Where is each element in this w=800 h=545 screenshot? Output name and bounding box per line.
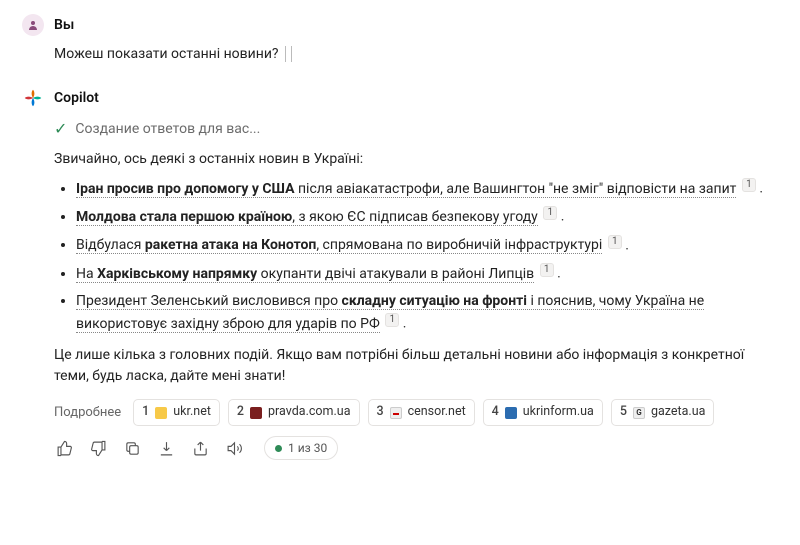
- source-name: gazeta.ua: [651, 403, 705, 422]
- news-bold: ракетна атака на Конотоп: [145, 237, 316, 253]
- user-header: Вы: [22, 14, 778, 36]
- censor-favicon-icon: [390, 407, 402, 419]
- news-link[interactable]: Іран просив про допомогу у США після аві…: [76, 181, 736, 198]
- copilot-answer: Звичайно, ось деякі з останніх новин в У…: [54, 149, 778, 387]
- read-aloud-button[interactable]: [224, 438, 244, 458]
- answer-outro: Це лише кілька з головних подій. Якщо ва…: [54, 345, 778, 387]
- source-name: ukrinform.ua: [523, 403, 594, 422]
- action-row: 1 из 30: [54, 436, 778, 460]
- user-message-text[interactable]: Можеш показати останні новини?: [54, 44, 778, 65]
- ukrinform-favicon-icon: [505, 407, 517, 419]
- news-item: Відбулася ракетна атака на Конотоп, спря…: [76, 235, 778, 257]
- citation-badge[interactable]: 1: [385, 313, 399, 327]
- source-number: 4: [492, 403, 499, 422]
- sources-label: Подробнее: [54, 403, 121, 423]
- user-message-content: Можеш показати останні новини?: [54, 46, 279, 62]
- news-item: Іран просив про допомогу у США після аві…: [76, 178, 778, 200]
- source-number: 1: [142, 403, 149, 422]
- news-link[interactable]: Відбулася ракетна атака на Конотоп, спря…: [76, 237, 602, 254]
- news-bold: Іран просив про допомогу у США: [76, 181, 295, 197]
- news-bold: Молдова стала першою країною: [76, 209, 292, 225]
- news-list: Іран просив про допомогу у США після аві…: [54, 178, 778, 335]
- source-chip[interactable]: 5Ggazeta.ua: [611, 399, 715, 426]
- news-item: Молдова стала першою країною, з якою ЄС …: [76, 206, 778, 228]
- user-sender-label: Вы: [54, 15, 74, 36]
- news-item: На Харківському напрямку окупанти двічі …: [76, 263, 778, 285]
- copilot-header: Copilot: [22, 87, 778, 109]
- counter-text: 1 из 30: [288, 439, 327, 457]
- gazeta-favicon-icon: G: [633, 407, 645, 419]
- text-cursor-icon: [285, 46, 292, 62]
- source-number: 5: [620, 403, 627, 422]
- news-bold: складну ситуацію на фронті: [342, 293, 527, 309]
- citation-badge[interactable]: 1: [742, 178, 756, 192]
- citation-badge[interactable]: 1: [540, 263, 554, 277]
- source-name: ukr.net: [173, 403, 211, 422]
- share-button[interactable]: [190, 438, 210, 458]
- news-item: Президент Зеленський висловився про скла…: [76, 291, 778, 335]
- user-message: Вы Можеш показати останні новини?: [22, 14, 778, 65]
- answer-intro: Звичайно, ось деякі з останніх новин в У…: [54, 149, 778, 170]
- news-bold: Харківському напрямку: [97, 266, 257, 282]
- source-chip[interactable]: 1 ukr.net: [133, 399, 220, 426]
- download-button[interactable]: [156, 438, 176, 458]
- response-counter[interactable]: 1 из 30: [264, 436, 338, 460]
- source-chip[interactable]: 2 pravda.com.ua: [228, 399, 360, 426]
- copilot-logo-icon: [22, 87, 44, 109]
- news-link[interactable]: Молдова стала першою країною, з якою ЄС …: [76, 209, 538, 226]
- copilot-message: Copilot ✓ Создание ответов для вас... Зв…: [22, 87, 778, 460]
- dislike-button[interactable]: [88, 438, 108, 458]
- generation-status: ✓ Создание ответов для вас...: [54, 117, 778, 141]
- citation-badge[interactable]: 1: [543, 206, 557, 220]
- news-link[interactable]: На Харківському напрямку окупанти двічі …: [76, 266, 534, 283]
- citation-badge[interactable]: 1: [608, 235, 622, 249]
- source-number: 3: [377, 403, 384, 422]
- source-chip[interactable]: 4 ukrinform.ua: [483, 399, 603, 426]
- checkmark-icon: ✓: [54, 117, 67, 141]
- like-button[interactable]: [54, 438, 74, 458]
- source-name: censor.net: [408, 403, 466, 422]
- sources-row: Подробнее 1 ukr.net 2 pravda.com.ua 3 censor.…: [54, 399, 778, 426]
- source-number: 2: [237, 403, 244, 422]
- user-avatar-icon: [22, 14, 44, 36]
- source-chip[interactable]: 3 censor.net: [368, 399, 475, 426]
- ukrnet-favicon-icon: [155, 407, 167, 419]
- status-text: Создание ответов для вас...: [75, 119, 260, 140]
- copy-button[interactable]: [122, 438, 142, 458]
- status-dot-icon: [275, 445, 282, 452]
- source-name: pravda.com.ua: [268, 403, 350, 422]
- pravda-favicon-icon: [250, 407, 262, 419]
- copilot-sender-label: Copilot: [54, 88, 99, 109]
